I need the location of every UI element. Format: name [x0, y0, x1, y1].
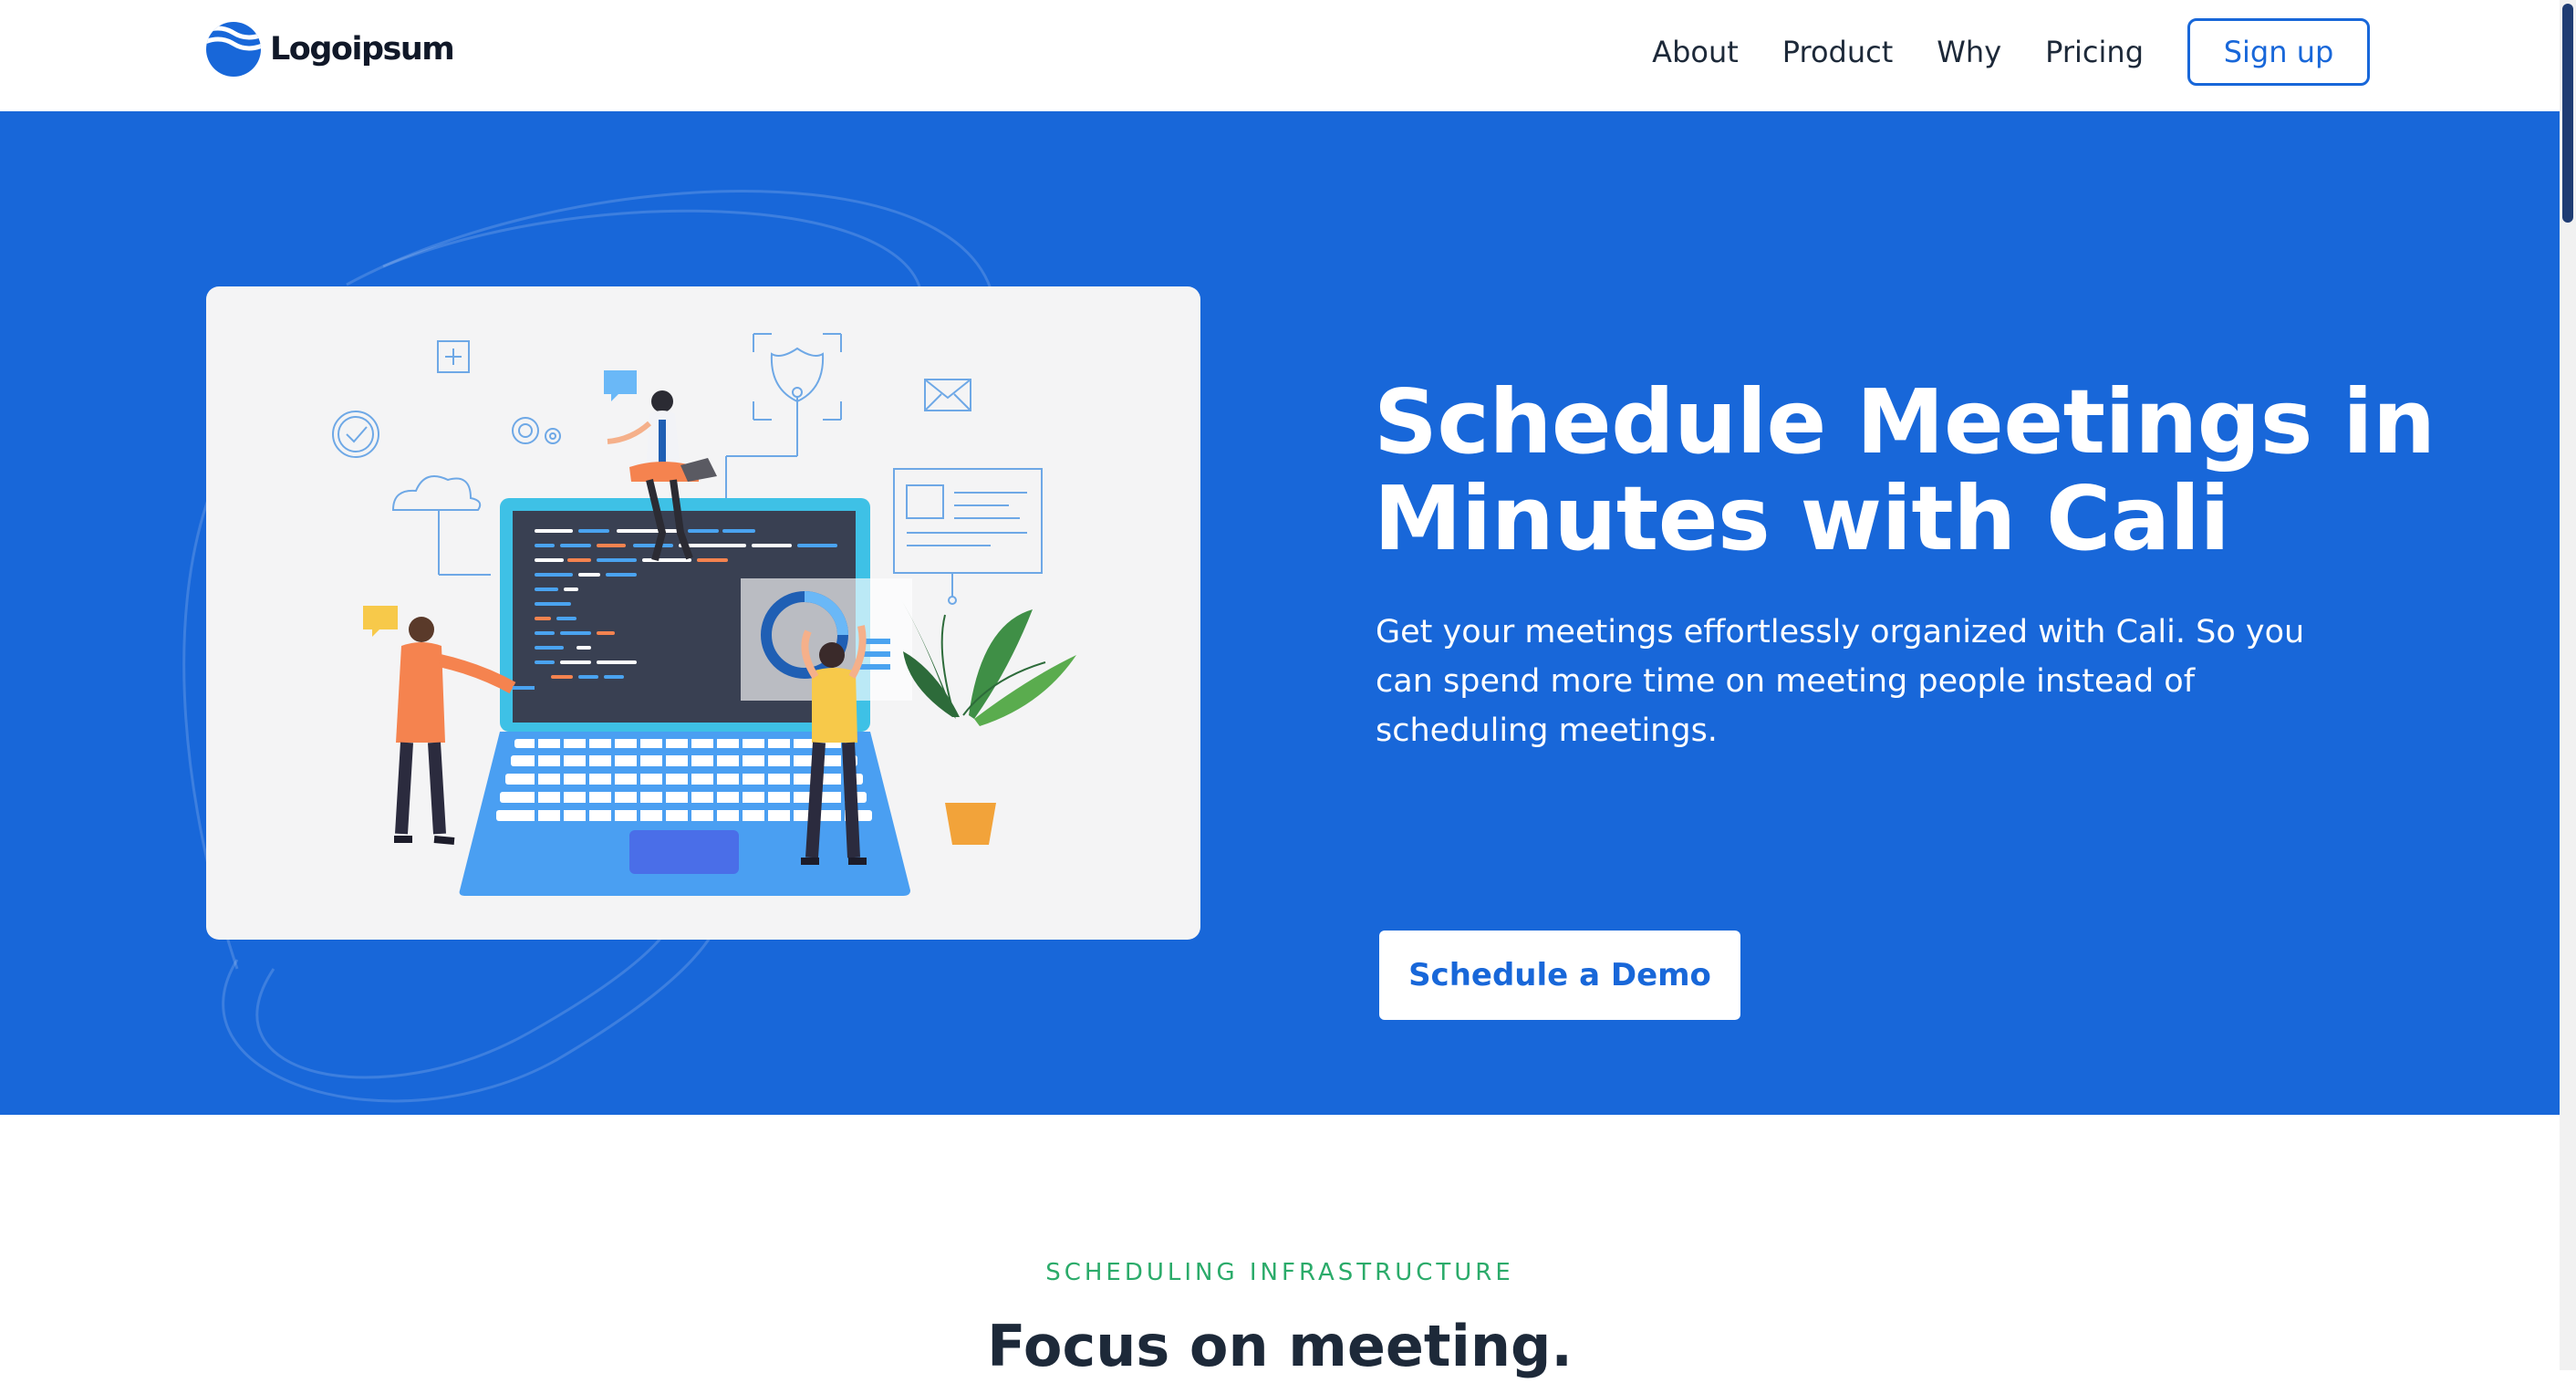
plus-icon	[437, 340, 470, 373]
schedule-demo-button[interactable]: Schedule a Demo	[1379, 931, 1740, 1020]
section-heading: Focus on meeting.	[987, 1313, 1573, 1379]
chat-bubble-icon	[604, 370, 637, 401]
plant-illustration	[899, 597, 1076, 845]
check-circle-icon	[332, 411, 379, 458]
section-eyebrow: SCHEDULING INFRASTRUCTURE	[1045, 1259, 1514, 1286]
scrollbar-thumb[interactable]	[2562, 4, 2573, 223]
logo-mark-icon	[206, 22, 261, 77]
gear-icon	[512, 417, 561, 444]
nav-link-product[interactable]: Product	[1782, 35, 1894, 69]
nav-link-about[interactable]: About	[1652, 35, 1739, 69]
signup-button[interactable]: Sign up	[2187, 18, 2370, 86]
nav-link-why[interactable]: Why	[1937, 35, 2001, 69]
hero-illustration	[206, 286, 1200, 940]
hero-section: Schedule Meetings in Minutes with Cali G…	[0, 111, 2560, 1115]
logo-text: Logoipsum	[270, 31, 455, 68]
document-card-icon	[893, 468, 1043, 605]
top-navigation-bar: Logoipsum About Product Why Pricing Sign…	[0, 0, 2560, 111]
nav-link-pricing[interactable]: Pricing	[2045, 35, 2144, 69]
main-nav: About Product Why Pricing Sign up	[1652, 16, 2370, 88]
logo[interactable]: Logoipsum	[204, 20, 455, 78]
mail-icon	[924, 379, 971, 411]
page-scrollbar[interactable]	[2560, 0, 2576, 1370]
cloud-icon	[391, 475, 491, 576]
hero-subtitle: Get your meetings effortlessly organized…	[1376, 614, 2305, 749]
hero-title: Schedule Meetings in Minutes with Cali	[1374, 370, 2436, 570]
